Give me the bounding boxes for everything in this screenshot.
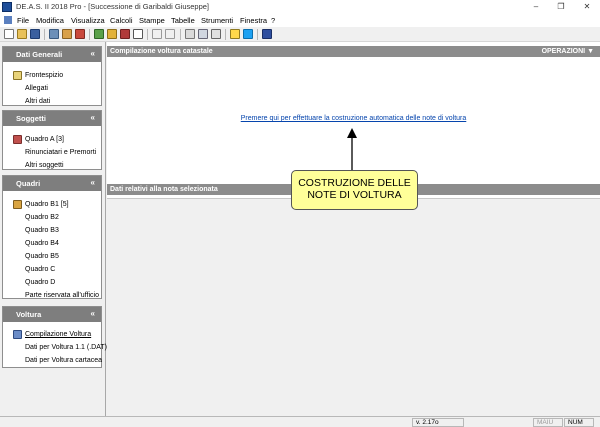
toolbar-separator xyxy=(147,29,148,40)
pencil-icon xyxy=(13,71,22,80)
panel-quadri: Quadri « Quadro B1 [5] Quadro B2 Quadro … xyxy=(2,175,102,299)
version-label: v. 2.17o xyxy=(412,418,464,427)
panel-title: Quadri xyxy=(16,179,41,188)
sidebar-item-quadro-b3[interactable]: Quadro B3 xyxy=(25,227,59,234)
restore-button[interactable]: ❐ xyxy=(550,0,572,14)
house-icon xyxy=(13,200,22,209)
sidebar-item-parte-riservata[interactable]: Parte riservata all'ufficio xyxy=(25,292,99,299)
panel-header[interactable]: Soggetti « xyxy=(3,111,101,126)
sidebar-item-altri-dati[interactable]: Altri dati xyxy=(25,98,50,105)
panel-title: Soggetti xyxy=(16,114,46,123)
id-card-icon[interactable] xyxy=(198,29,208,39)
replace-icon[interactable] xyxy=(75,29,85,39)
callout-line-2: NOTE DI VOLTURA xyxy=(307,189,402,201)
sidebar-item-quadro-b2[interactable]: Quadro B2 xyxy=(25,214,59,221)
calc-green-icon[interactable] xyxy=(94,29,104,39)
section-title: Compilazione voltura catastale xyxy=(110,48,213,55)
print-preview-icon[interactable] xyxy=(133,29,143,39)
note-details-area xyxy=(107,198,600,416)
menu-help[interactable]: ? xyxy=(271,16,275,25)
status-bar: v. 2.17o MAIU NUM xyxy=(0,416,600,427)
toolbar-separator xyxy=(44,29,45,40)
minimize-button[interactable]: – xyxy=(525,0,547,14)
app-icon[interactable] xyxy=(2,2,12,12)
sidebar-item-quadro-a[interactable]: Quadro A [3] xyxy=(25,136,64,143)
panel-dati-generali: Dati Generali « Frontespizio Allegati Al… xyxy=(2,46,102,106)
panel-header[interactable]: Quadri « xyxy=(3,176,101,191)
panel-voltura: Voltura « Compilazione Voltura Dati per … xyxy=(2,306,107,368)
menu-visualizza[interactable]: Visualizza xyxy=(71,16,105,25)
toolbar-separator xyxy=(257,29,258,40)
menu-bar: File Modifica Visualizza Calcoli Stampe … xyxy=(0,14,600,27)
sidebar-item-quadro-d[interactable]: Quadro D xyxy=(25,279,55,286)
panel-title: Dati Generali xyxy=(16,50,63,59)
print-icon[interactable] xyxy=(120,29,130,39)
main-content: Compilazione voltura catastale OPERAZION… xyxy=(107,42,600,416)
close-button[interactable]: ✕ xyxy=(576,0,598,14)
building-icon[interactable] xyxy=(262,29,272,39)
menu-finestra[interactable]: Finestra xyxy=(240,16,267,25)
num-indicator: NUM xyxy=(564,418,594,427)
voltura-window-icon xyxy=(13,330,22,339)
search-binoculars-icon[interactable] xyxy=(49,29,59,39)
sidebar: Dati Generali « Frontespizio Allegati Al… xyxy=(0,42,107,416)
sidebar-item-voltura-dat[interactable]: Dati per Voltura 1.1 (.DAT) xyxy=(25,344,107,351)
annotation-callout: COSTRUZIONE DELLE NOTE DI VOLTURA xyxy=(291,170,418,210)
sidebar-item-quadro-b4[interactable]: Quadro B4 xyxy=(25,240,59,247)
sidebar-item-voltura-cartacea[interactable]: Dati per Voltura cartacea xyxy=(25,357,102,364)
menu-modifica[interactable]: Modifica xyxy=(36,16,64,25)
toolbar-separator xyxy=(180,29,181,40)
toolbar-separator xyxy=(225,29,226,40)
sidebar-item-quadro-c[interactable]: Quadro C xyxy=(25,266,55,273)
collapse-chevron-icon[interactable]: « xyxy=(91,113,95,122)
menu-stampe[interactable]: Stampe xyxy=(139,16,165,25)
move-down-icon[interactable] xyxy=(152,29,162,39)
window-title: DE.A.S. II 2018 Pro - [Successione di Ga… xyxy=(16,2,210,11)
people-icon xyxy=(13,135,22,144)
panel-title: Voltura xyxy=(16,310,42,319)
document-system-icon[interactable] xyxy=(4,16,12,24)
panel-header[interactable]: Dati Generali « xyxy=(3,47,101,62)
collapse-chevron-icon[interactable]: « xyxy=(91,178,95,187)
sidebar-item-allegati[interactable]: Allegati xyxy=(25,85,48,92)
collapse-chevron-icon[interactable]: « xyxy=(91,49,95,58)
menu-strumenti[interactable]: Strumenti xyxy=(201,16,233,25)
save-icon[interactable] xyxy=(30,29,40,39)
menu-tabelle[interactable]: Tabelle xyxy=(171,16,195,25)
section-title: Dati relativi alla nota selezionata xyxy=(110,186,218,193)
title-bar: DE.A.S. II 2018 Pro - [Successione di Ga… xyxy=(0,0,600,14)
menu-calcoli[interactable]: Calcoli xyxy=(110,16,133,25)
annotation-arrow xyxy=(347,128,357,172)
section-header-compilazione: Compilazione voltura catastale OPERAZION… xyxy=(107,46,600,57)
sidebar-item-quadro-b1[interactable]: Quadro B1 [5] xyxy=(25,201,69,208)
toolbar-separator xyxy=(89,29,90,40)
callout-line-1: COSTRUZIONE DELLE xyxy=(298,177,411,189)
open-folder-icon[interactable] xyxy=(17,29,27,39)
toolbar xyxy=(0,27,600,42)
sidebar-item-rinunciatari[interactable]: Rinunciatari e Premorti xyxy=(25,149,96,156)
sidebar-item-quadro-b5[interactable]: Quadro B5 xyxy=(25,253,59,260)
table-icon[interactable] xyxy=(185,29,195,39)
build-notes-link[interactable]: Premere qui per effettuare la costruzion… xyxy=(107,115,600,122)
sidebar-item-altri-soggetti[interactable]: Altri soggetti xyxy=(25,162,64,169)
menu-file[interactable]: File xyxy=(17,16,29,25)
new-file-icon[interactable] xyxy=(4,29,14,39)
sidebar-item-frontespizio[interactable]: Frontespizio xyxy=(25,72,63,79)
panel-header[interactable]: Voltura « xyxy=(3,307,101,322)
help-icon[interactable] xyxy=(230,29,240,39)
sidebar-item-compilazione-voltura[interactable]: Compilazione Voltura xyxy=(25,331,91,338)
operazioni-dropdown[interactable]: OPERAZIONI ▼ xyxy=(542,48,594,55)
calc-yellow-icon[interactable] xyxy=(107,29,117,39)
checklist-icon[interactable] xyxy=(211,29,221,39)
collapse-chevron-icon[interactable]: « xyxy=(91,309,95,318)
skype-icon[interactable] xyxy=(243,29,253,39)
find-icon[interactable] xyxy=(62,29,72,39)
caps-indicator: MAIU xyxy=(533,418,563,427)
move-up-icon[interactable] xyxy=(165,29,175,39)
panel-soggetti: Soggetti « Quadro A [3] Rinunciatari e P… xyxy=(2,110,102,170)
